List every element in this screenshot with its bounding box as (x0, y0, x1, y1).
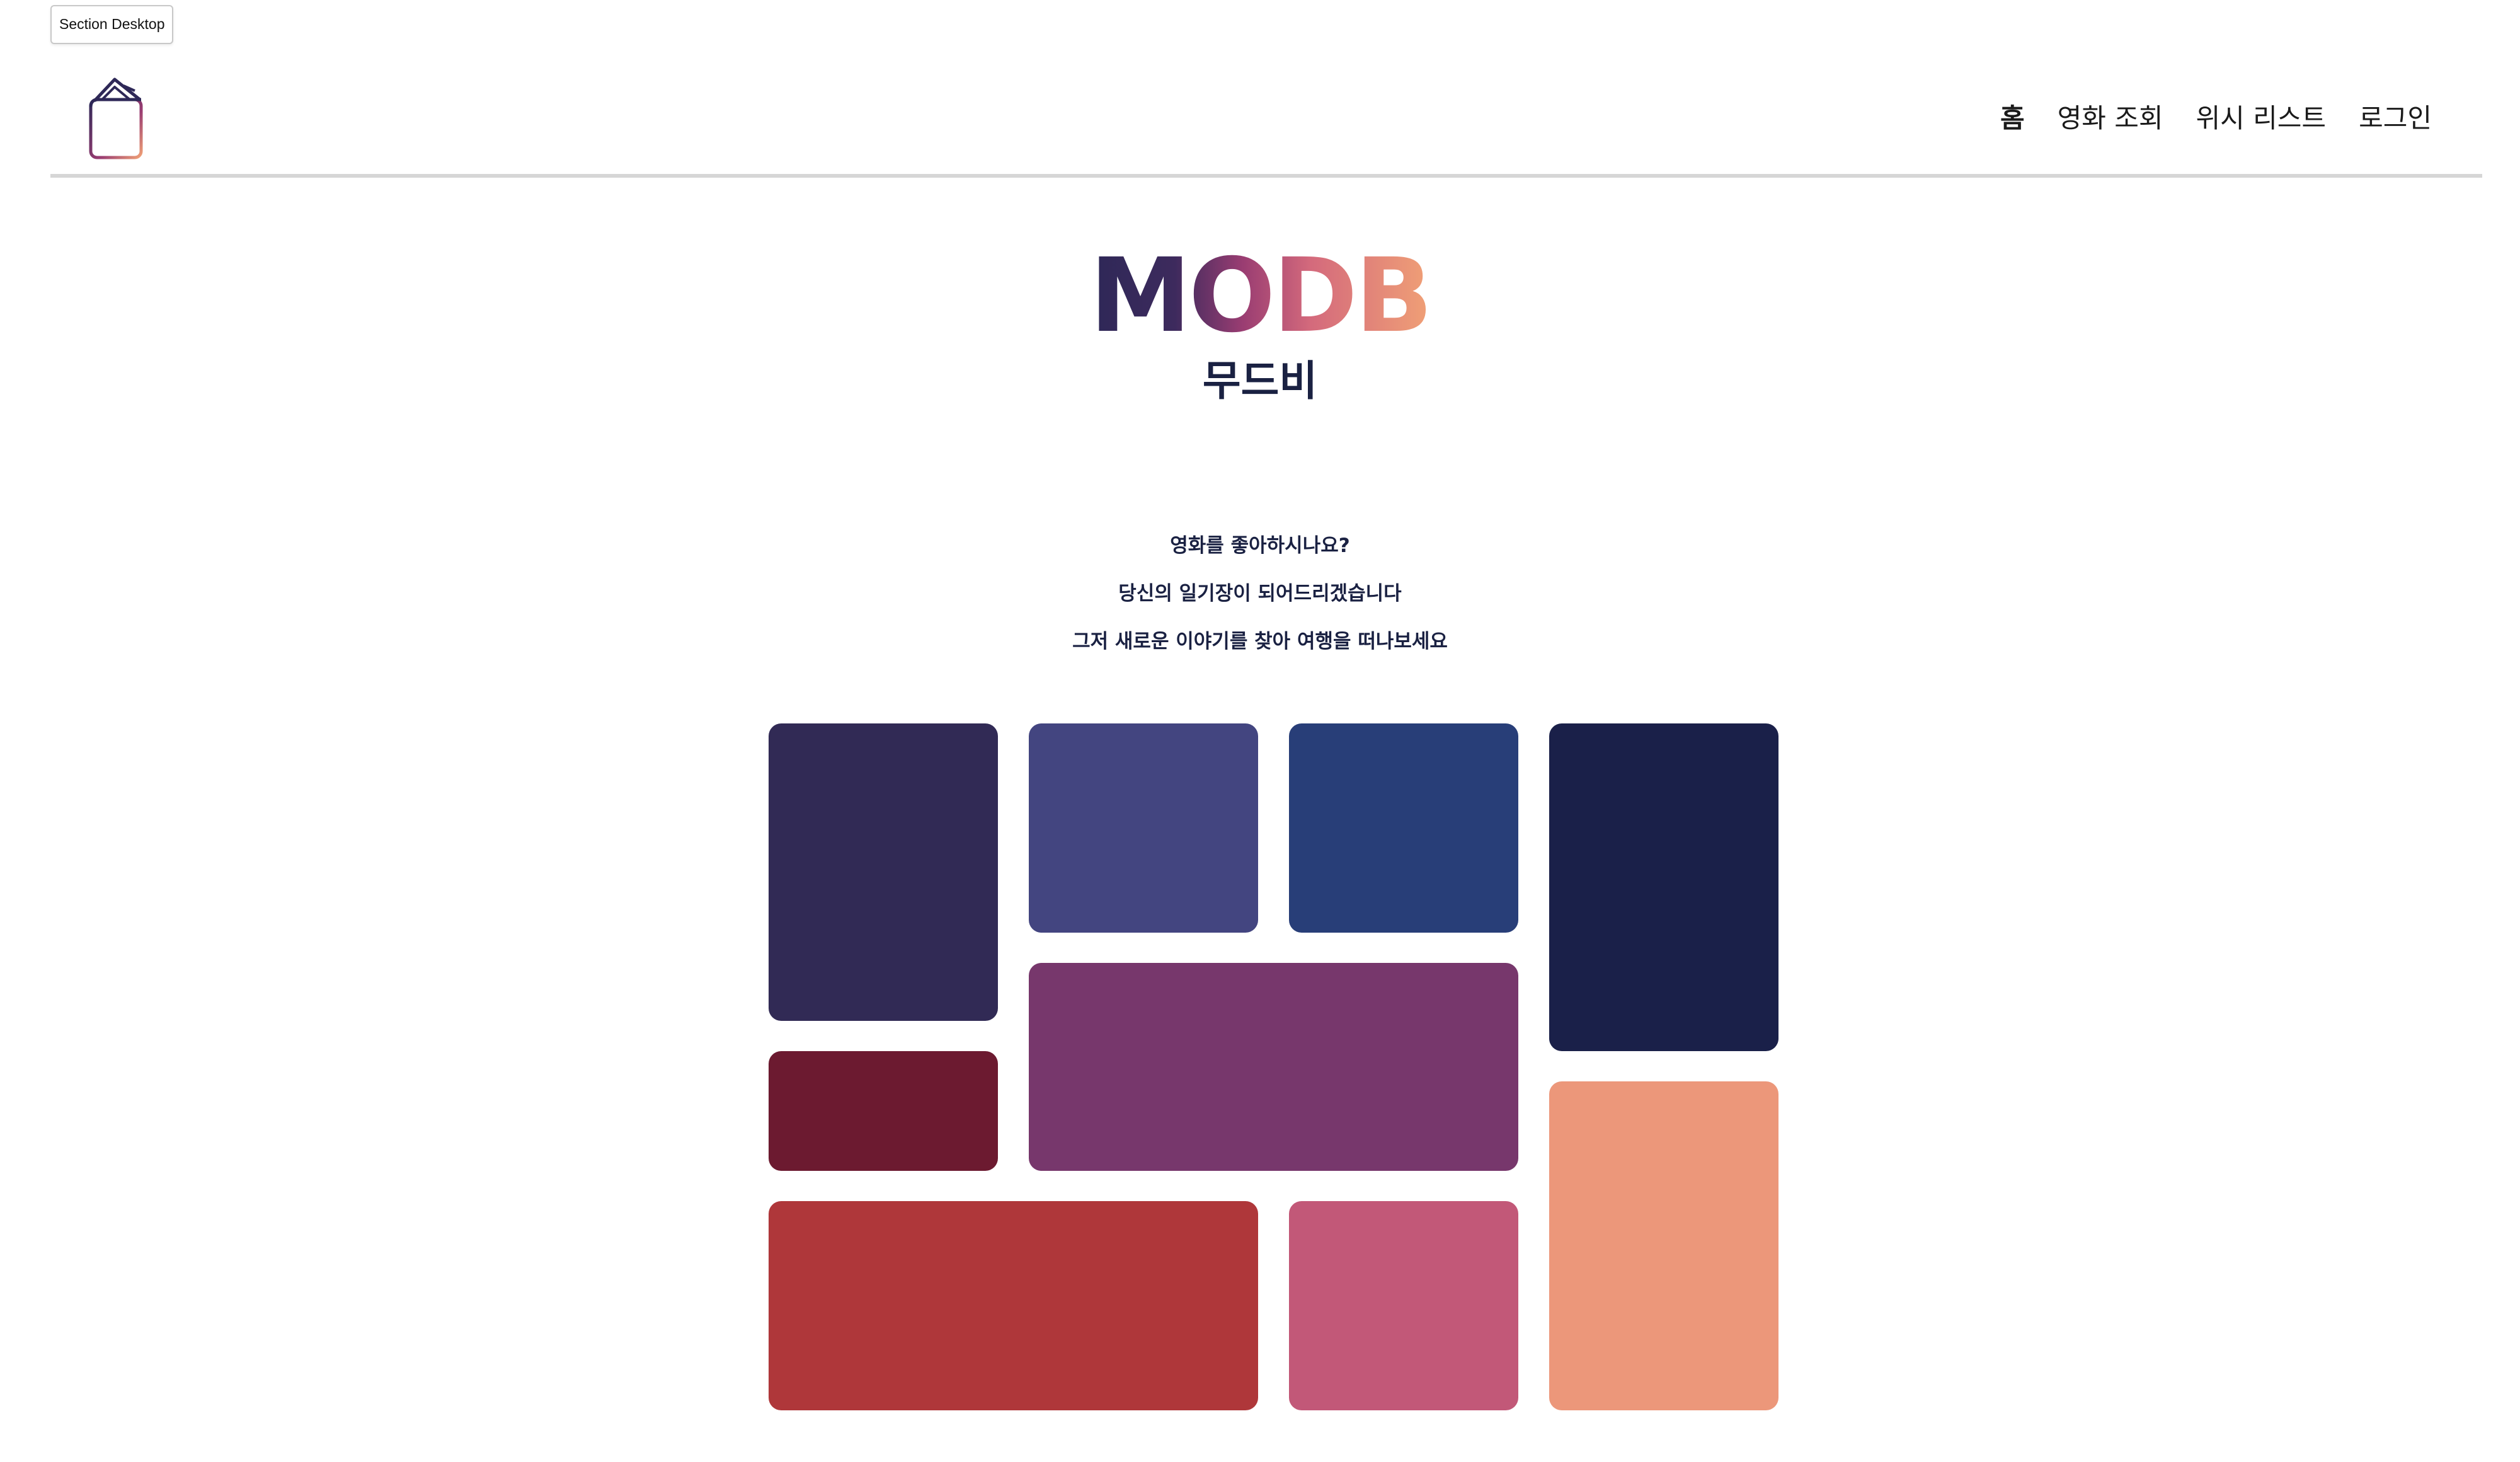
mood-tile[interactable] (769, 723, 998, 1021)
mood-tile[interactable] (1549, 723, 1778, 1051)
nav-home[interactable]: 홈 (2000, 93, 2025, 144)
site-header: 홈 영화 조회 위시 리스트 로그인 (50, 63, 2482, 178)
tagline: 영화를 좋아하시나요? (1170, 534, 1350, 557)
mood-tile[interactable] (769, 1201, 1258, 1410)
nav-login[interactable]: 로그인 (2359, 93, 2432, 144)
mood-tile[interactable] (1289, 723, 1518, 933)
mood-tile[interactable] (1549, 1081, 1778, 1410)
mood-tile[interactable] (769, 1051, 998, 1171)
tagline: 당신의 일기장이 되어드리겠습니다 (1118, 582, 1402, 605)
mood-tile[interactable] (1029, 963, 1518, 1171)
mood-tile[interactable] (1289, 1201, 1518, 1410)
mood-tile[interactable] (1029, 723, 1258, 933)
brand-subtitle: 무드비 (1202, 357, 1318, 405)
hero: MODB 무드비 (0, 239, 2520, 410)
tagline-block: 영화를 좋아하시나요? 당신의 일기장이 되어드리겠습니다 그저 새로운 이야기… (0, 522, 2520, 665)
tagline: 그저 새로운 이야기를 찾아 여행을 떠나보세요 (1072, 630, 1448, 653)
brand-title: MODB (1089, 237, 1433, 355)
diary-logo-icon[interactable] (86, 74, 151, 163)
section-desktop-label: Section Desktop (50, 5, 174, 44)
nav-wishlist[interactable]: 위시 리스트 (2196, 93, 2327, 144)
nav-movie-search[interactable]: 영화 조회 (2058, 93, 2163, 144)
main-nav: 홈 영화 조회 위시 리스트 로그인 (2000, 93, 2432, 144)
